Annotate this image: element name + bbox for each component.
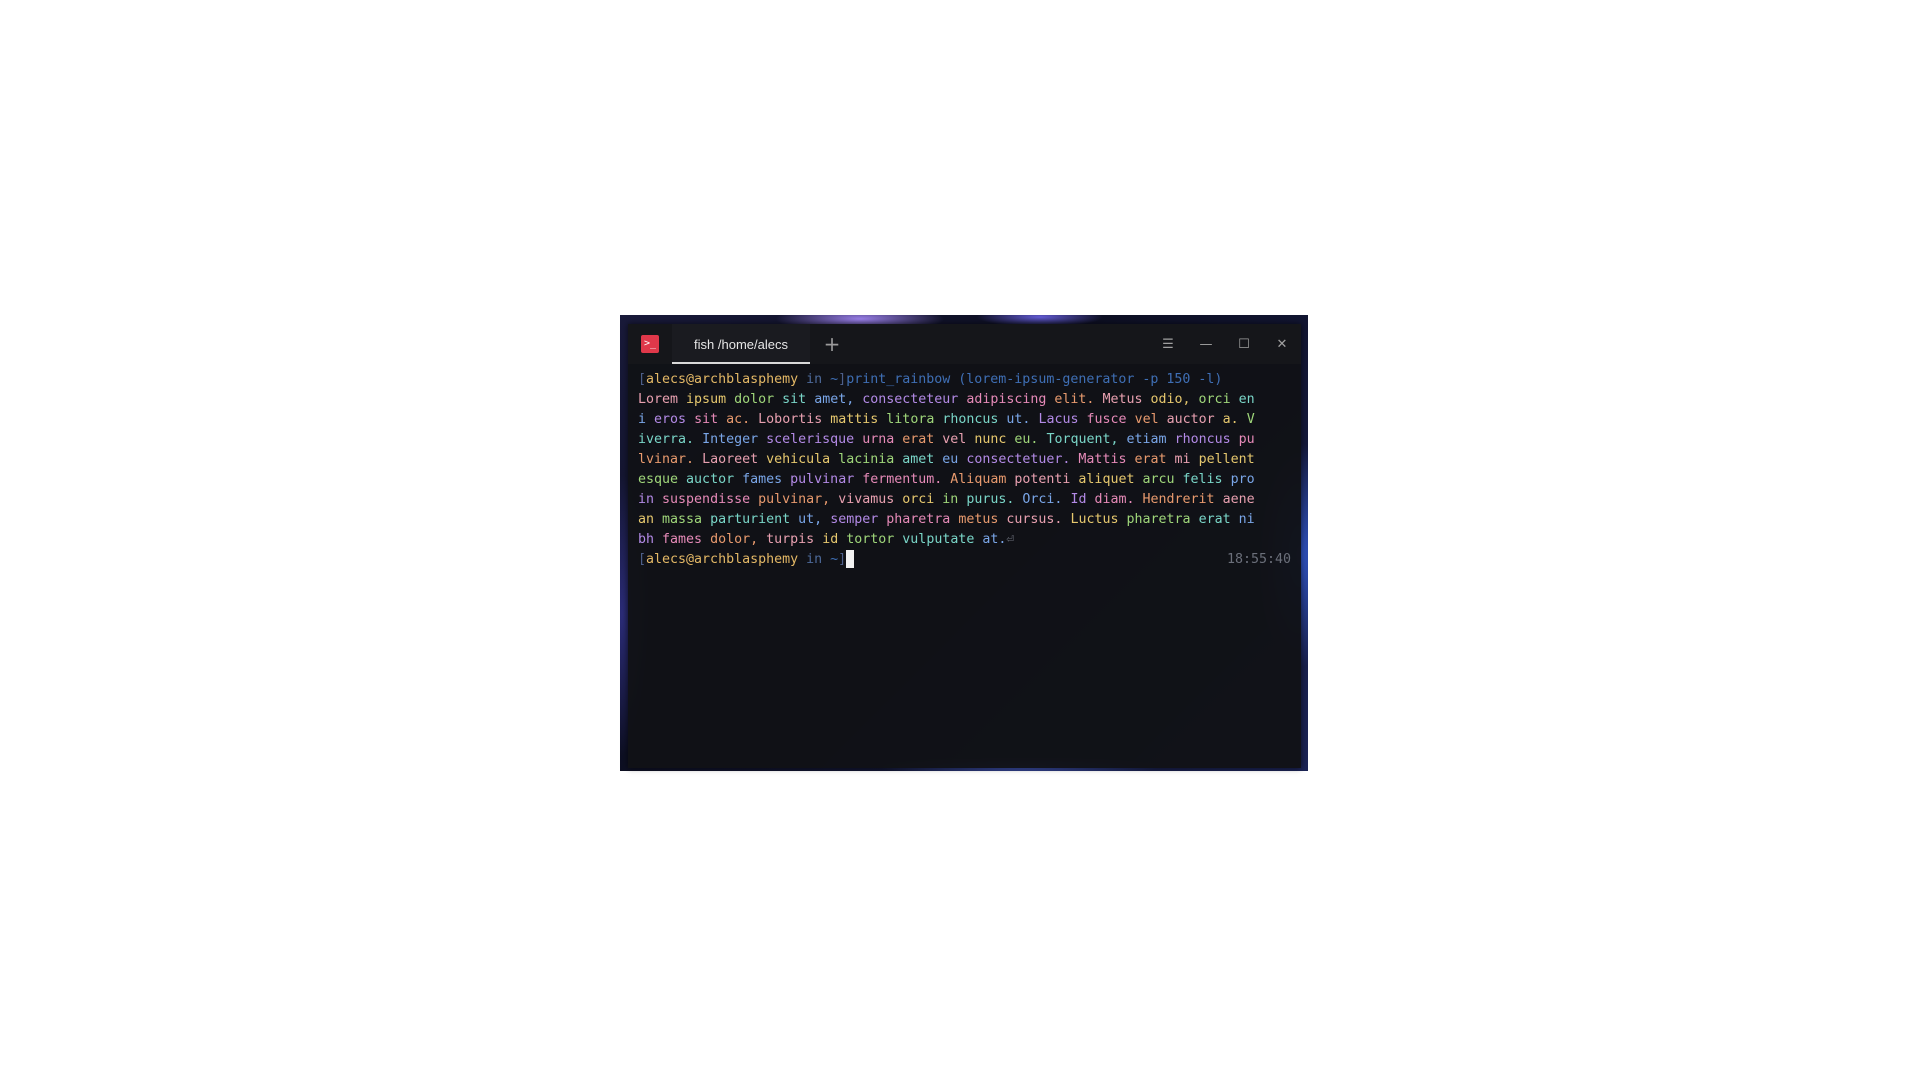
prompt-in: in	[798, 552, 831, 567]
hamburger-icon: ☰	[1162, 336, 1174, 352]
output-line: bh fames dolor, turpis id tortor vulputa…	[638, 532, 1015, 547]
return-icon: ⏎	[1006, 532, 1015, 547]
terminal-window[interactable]: >_ fish /home/alecs + ☰ — ☐ ✕ [alecs@arc…	[628, 324, 1301, 768]
terminal-output[interactable]: [alecs@archblasphemy in ~]print_rainbow …	[628, 364, 1301, 570]
prompt-bracket-close: ]	[838, 552, 847, 567]
titlebar-drag-area[interactable]	[854, 324, 1149, 364]
maximize-button[interactable]: ☐	[1225, 324, 1263, 364]
tab-label: fish /home/alecs	[694, 336, 788, 352]
output-line: esque auctor fames pulvinar fermentum. A…	[638, 472, 1255, 487]
output-line: i eros sit ac. Lobortis mattis litora rh…	[638, 412, 1255, 427]
prompt-dir: ~	[830, 552, 839, 567]
terminal-app-icon: >_	[628, 324, 672, 364]
prompt-in: in	[798, 372, 831, 387]
prompt-line-2[interactable]: [alecs@archblasphemy in ~] 18:55:40	[638, 550, 1291, 570]
minimize-icon: —	[1199, 336, 1213, 352]
prompt-bracket-close: ]	[838, 372, 847, 387]
output-line: lvinar. Laoreet vehicula lacinia amet eu…	[638, 452, 1255, 467]
close-icon: ✕	[1276, 336, 1288, 352]
output-line: an massa parturient ut, semper pharetra …	[638, 512, 1255, 527]
close-button[interactable]: ✕	[1263, 324, 1301, 364]
prompt-bracket-open: [	[638, 372, 647, 387]
rainbow-output: Lorem ipsum dolor sit amet, consecteteur…	[638, 390, 1291, 550]
minimize-button[interactable]: —	[1187, 324, 1225, 364]
output-line: in suspendisse pulvinar, vivamus orci in…	[638, 492, 1255, 507]
prompt-user-host: alecs@archblasphemy	[646, 372, 799, 387]
text-cursor[interactable]	[846, 550, 855, 568]
title-bar[interactable]: >_ fish /home/alecs + ☰ — ☐ ✕	[628, 324, 1301, 364]
plus-icon: +	[823, 332, 841, 356]
prompt-dir: ~	[830, 372, 839, 387]
prompt-user-host: alecs@archblasphemy	[646, 552, 799, 567]
tab-fish[interactable]: fish /home/alecs	[672, 324, 810, 364]
right-prompt-time: 18:55:40	[1226, 552, 1291, 567]
terminal-icon: >_	[641, 335, 659, 353]
command-text: print_rainbow (lorem-ipsum-generator -p …	[846, 372, 1223, 387]
menu-button[interactable]: ☰	[1149, 324, 1187, 364]
maximize-icon: ☐	[1238, 336, 1250, 352]
new-tab-button[interactable]: +	[810, 324, 854, 364]
output-line: iverra. Integer scelerisque urna erat ve…	[638, 432, 1255, 447]
prompt-bracket-open: [	[638, 552, 647, 567]
prompt-line-1: [alecs@archblasphemy in ~]print_rainbow …	[638, 370, 1291, 390]
output-line: Lorem ipsum dolor sit amet, consecteteur…	[638, 392, 1255, 407]
